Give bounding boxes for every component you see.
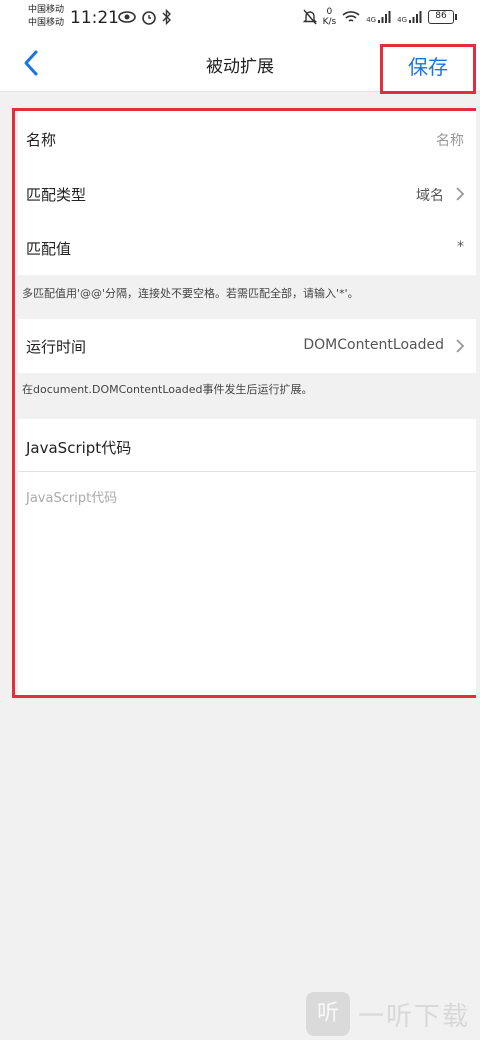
code-editor[interactable]: JavaScript代码 bbox=[26, 487, 117, 506]
signal-icon bbox=[409, 11, 422, 23]
code-section: JavaScript代码 JavaScript代码 bbox=[18, 419, 476, 695]
match-type-label: 匹配类型 bbox=[26, 186, 87, 204]
run-time-label: 运行时间 bbox=[26, 338, 87, 356]
watermark-text: 一听下载 bbox=[357, 1001, 470, 1032]
match-value-input[interactable]: * bbox=[457, 239, 464, 255]
code-label: JavaScript代码 bbox=[26, 439, 132, 457]
chevron-right-icon bbox=[456, 187, 465, 201]
network-type-1: 4G bbox=[366, 16, 377, 24]
watermark: 听 一听下载 bbox=[305, 992, 470, 1036]
bluetooth-icon bbox=[162, 9, 171, 25]
extension-form: 名称 名称 匹配类型 域名 匹配值 * 多匹配值用'@@'分隔，连接处不要空格。… bbox=[12, 108, 476, 698]
alarm-icon bbox=[142, 11, 156, 25]
run-time-row[interactable]: 运行时间 DOMContentLoaded bbox=[18, 319, 476, 373]
watermark-badge: 听 bbox=[305, 992, 350, 1036]
wifi-icon bbox=[342, 11, 360, 22]
speed-value: 0 bbox=[326, 7, 333, 17]
match-value-label: 匹配值 bbox=[26, 240, 72, 258]
match-value-row[interactable]: 匹配值 * bbox=[18, 221, 476, 275]
match-value-hint: 多匹配值用'@@'分隔，连接处不要空格。若需匹配全部，请输入'*'。 bbox=[18, 275, 476, 319]
name-input[interactable]: 名称 bbox=[436, 130, 464, 150]
save-button[interactable]: 保存 bbox=[380, 44, 476, 94]
mute-bell-icon bbox=[302, 9, 317, 25]
status-time: 11:21 bbox=[70, 8, 119, 28]
battery-indicator: 86 bbox=[428, 10, 457, 24]
run-time-value: DOMContentLoaded bbox=[303, 337, 444, 353]
carrier-info: 中国移动 中国移动 bbox=[28, 4, 64, 30]
status-bar: 中国移动 中国移动 11:21 0 K/s 4G 4G 86 bbox=[0, 0, 480, 36]
name-label: 名称 bbox=[26, 131, 57, 149]
match-type-row[interactable]: 匹配类型 域名 bbox=[18, 167, 476, 221]
network-type-2: 4G bbox=[397, 16, 407, 24]
network-speed: 0 K/s bbox=[323, 7, 337, 27]
carrier-2: 中国移动 bbox=[28, 18, 65, 28]
divider bbox=[18, 471, 476, 472]
signal-icon bbox=[378, 11, 391, 23]
chevron-right-icon bbox=[456, 339, 465, 353]
run-time-hint: 在document.DOMContentLoaded事件发生后运行扩展。 bbox=[18, 373, 476, 419]
carrier-1: 中国移动 bbox=[28, 5, 65, 15]
match-type-value: 域名 bbox=[416, 188, 444, 204]
nav-bar: 被动扩展 保存 bbox=[0, 36, 480, 94]
eye-icon bbox=[118, 11, 136, 23]
speed-unit: K/s bbox=[322, 17, 337, 27]
name-row[interactable]: 名称 名称 bbox=[18, 111, 476, 167]
